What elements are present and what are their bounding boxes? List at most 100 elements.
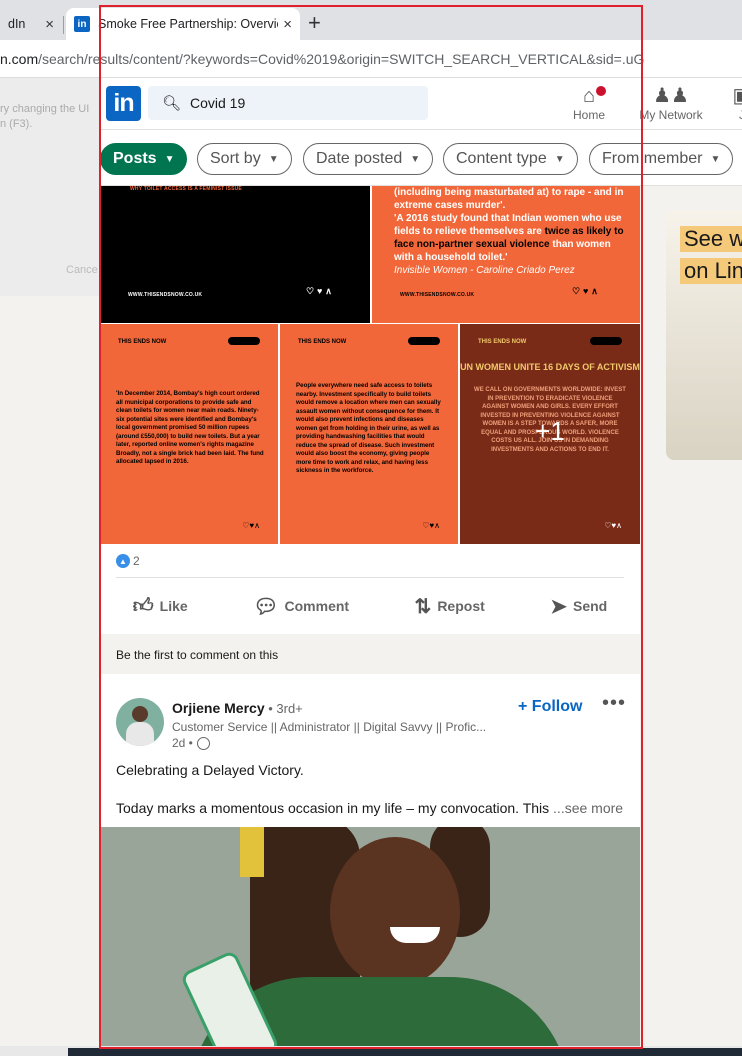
- like-button[interactable]: 👍︎ Like: [133, 594, 188, 618]
- post-image-grid-top: WHY TOILET ACCESS IS A FEMINIST ISSUE WW…: [100, 186, 640, 324]
- search-input[interactable]: 🔍︎ Covid 19: [148, 86, 428, 120]
- reaction-number: 2: [133, 554, 140, 568]
- post-image-more[interactable]: THIS ENDS NOW UN WOMEN UNITE 16 DAYS OF …: [460, 324, 640, 544]
- close-icon[interactable]: ×: [283, 16, 292, 33]
- post-image-grid-middle: THIS ENDS NOW 'In December 2014, Bombay'…: [100, 324, 640, 544]
- image-text: 'In December 2014, Bombay's high court o…: [116, 390, 264, 465]
- cancel-button[interactable]: Cance: [66, 264, 98, 276]
- comment-button[interactable]: 💬︎ Comment: [253, 594, 349, 619]
- send-icon: ➤: [550, 595, 567, 618]
- filter-date-posted[interactable]: Date posted ▼: [303, 143, 434, 175]
- repost-icon: ⇅: [414, 595, 432, 618]
- filter-label: Sort by: [210, 150, 261, 167]
- linkedin-header: in 🔍︎ Covid 19 ⌂ Home ♟♟ My Network ▣ J: [100, 78, 742, 130]
- post-text: Celebrating a Delayed Victory.: [116, 762, 304, 778]
- notification-badge: [594, 84, 608, 98]
- nav-jobs[interactable]: ▣ J: [732, 82, 742, 122]
- quote-source: Invisible Women - Caroline Criado Perez: [394, 265, 575, 276]
- caret-down-icon: ▼: [554, 153, 565, 165]
- search-results-feed: WHY TOILET ACCESS IS A FEMINIST ISSUE WW…: [100, 186, 640, 1046]
- right-rail-ad[interactable]: See w on Lin: [666, 210, 742, 460]
- see-more-link[interactable]: ...see more: [549, 800, 623, 816]
- url-host: n.com: [0, 51, 39, 67]
- avatar-head: [132, 706, 148, 722]
- search-value: Covid 19: [190, 95, 246, 111]
- close-icon[interactable]: ×: [45, 16, 54, 33]
- filter-content-type[interactable]: Content type ▼: [443, 143, 578, 175]
- image-caption: WHY TOILET ACCESS IS A FEMINIST ISSUE: [130, 186, 242, 192]
- home-icon: ⌂: [582, 85, 596, 107]
- image-url: WWW.THISENDSNOW.CO.UK: [400, 292, 475, 298]
- image-badge: [228, 337, 260, 345]
- send-button[interactable]: ➤ Send: [550, 594, 607, 619]
- post-image[interactable]: THIS ENDS NOW People everywhere need saf…: [280, 324, 458, 544]
- jobs-icon: ▣: [732, 82, 742, 108]
- post-time: 2d •: [172, 736, 210, 750]
- heart-icon: ♡ ♥ ∧: [572, 286, 599, 296]
- more-images-count: +1: [535, 416, 565, 446]
- photo-face: [330, 837, 460, 987]
- author-name-text: Orjiene Mercy: [172, 700, 265, 716]
- new-tab-button[interactable]: +: [308, 10, 321, 36]
- connection-degree: • 3rd+: [264, 701, 303, 716]
- caret-down-icon: ▼: [710, 153, 721, 165]
- thumbs-up-icon: 👍︎: [132, 595, 154, 617]
- search-filter-bar: Posts ▼ Sort by ▼ Date posted ▼ Content typ…: [100, 130, 742, 186]
- browser-tab-bar: dIn × in Smoke Free Partnership: Overvie…: [0, 0, 742, 40]
- browser-tab[interactable]: dIn ×: [0, 8, 62, 40]
- image-tag: THIS ENDS NOW: [298, 339, 347, 345]
- action-label: Repost: [437, 598, 485, 614]
- action-label: Send: [573, 598, 608, 614]
- image-badge: [590, 337, 622, 345]
- repost-button[interactable]: ⇅ Repost: [415, 594, 485, 619]
- author-headline: Customer Service || Administrator || Dig…: [172, 720, 487, 734]
- filter-label: Date posted: [316, 150, 403, 167]
- filter-posts[interactable]: Posts ▼: [100, 143, 188, 175]
- quote-text: (including being masturbated at) to rape…: [394, 187, 624, 211]
- post-image[interactable]: (including being masturbated at) to rape…: [372, 186, 640, 323]
- post-text: Today marks a momentous occasion in my l…: [116, 800, 623, 816]
- url-text[interactable]: n.com/search/results/content/?keywords=C…: [0, 51, 644, 67]
- image-badge: [408, 337, 440, 345]
- post-image[interactable]: WHY TOILET ACCESS IS A FEMINIST ISSUE WW…: [100, 186, 370, 323]
- author-name[interactable]: Orjiene Mercy • 3rd+: [172, 700, 303, 716]
- search-icon: 🔍︎: [162, 95, 182, 112]
- image-quote: (including being masturbated at) to rape…: [394, 186, 624, 277]
- browser-tab-active[interactable]: in Smoke Free Partnership: Overvie ×: [66, 8, 300, 40]
- post-photo[interactable]: [100, 827, 640, 1046]
- filter-label: From member: [602, 150, 703, 167]
- post-image[interactable]: THIS ENDS NOW 'In December 2014, Bombay'…: [100, 324, 278, 544]
- nav-label: J: [739, 108, 742, 122]
- filter-sort-by[interactable]: Sort by ▼: [197, 143, 292, 175]
- avatar[interactable]: [116, 698, 164, 746]
- heart-icon: ♡♥∧: [242, 521, 260, 530]
- post-text-line: Today marks a momentous occasion in my l…: [116, 800, 550, 816]
- follow-button[interactable]: + Follow: [518, 698, 582, 716]
- nav-my-network[interactable]: ♟♟ My Network: [636, 82, 706, 122]
- hint-line: ry changing the UI: [0, 103, 90, 115]
- nav-home[interactable]: ⌂ Home: [562, 82, 616, 122]
- reaction-count[interactable]: ▲ 2: [116, 554, 140, 568]
- caret-down-icon: ▼: [164, 153, 175, 165]
- first-comment-prompt: Be the first to comment on this: [100, 634, 640, 674]
- filter-from-member[interactable]: From member ▼: [589, 143, 734, 175]
- linkedin-logo[interactable]: in: [106, 86, 141, 121]
- like-reaction-icon: ▲: [116, 554, 130, 568]
- photo-tassel: [240, 827, 264, 877]
- image-tag: THIS ENDS NOW: [478, 339, 527, 345]
- divider: [116, 577, 624, 578]
- social-actions: 👍︎ Like 💬︎ Comment ⇅ Repost ➤ Send: [100, 584, 640, 628]
- dialog-hint: ry changing the UI n (F3).: [0, 102, 89, 132]
- filter-label: Posts: [113, 150, 157, 167]
- globe-icon: [196, 736, 210, 750]
- image-url: WWW.THISENDSNOW.CO.UK: [128, 292, 203, 298]
- tab-separator: [63, 16, 64, 34]
- network-icon: ♟♟: [653, 85, 689, 107]
- ad-headline: on Lin: [680, 258, 742, 284]
- more-options-icon[interactable]: •••: [602, 692, 626, 715]
- hint-line: n (F3).: [0, 118, 33, 130]
- time-text: 2d •: [172, 736, 193, 750]
- address-bar[interactable]: n.com/search/results/content/?keywords=C…: [0, 40, 742, 78]
- linkedin-favicon-icon: in: [74, 16, 90, 32]
- heart-icon: ♡♥∧: [422, 521, 440, 530]
